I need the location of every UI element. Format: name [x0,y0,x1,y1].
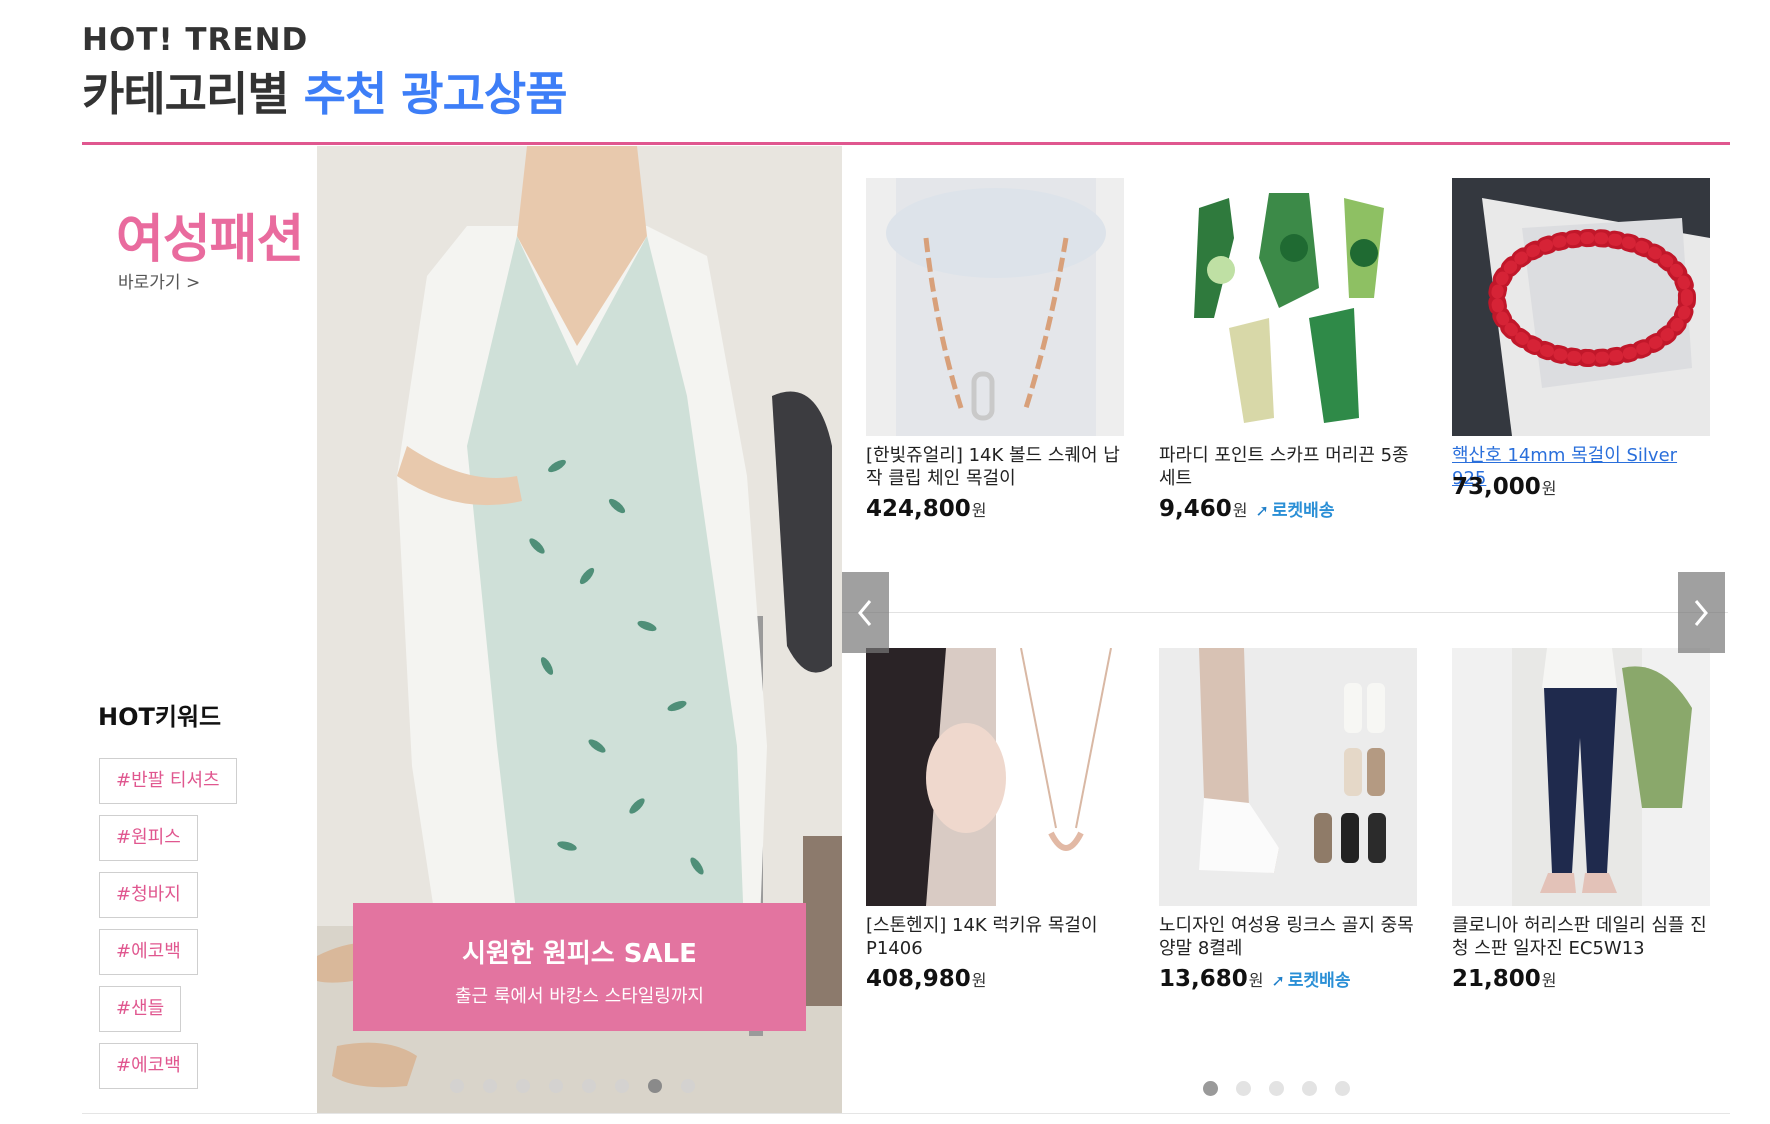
rocket-delivery-label: 로켓배송 [1287,971,1351,991]
banner-dot-active[interactable] [648,1079,662,1093]
product-price: 9,460원 ➚ 로켓배송 [1159,496,1334,522]
price-currency: 원 [1541,479,1557,498]
category-shortcut-link[interactable]: 바로가기 > [118,268,200,293]
price-currency: 원 [971,971,987,990]
section-title-plain: 카테고리별 [82,67,290,121]
price-amount: 73,000 [1452,474,1541,500]
section-subtitle: HOT! TREND [82,22,309,58]
banner-subtitle: 출근 룩에서 바캉스 스타일링까지 [454,986,704,1007]
product-name[interactable]: [한빛쥬얼리] 14K 볼드 스퀘어 납작 클립 체인 목걸이 [866,444,1128,490]
product-image[interactable] [866,648,1124,906]
product-image[interactable] [1159,178,1417,436]
carousel-prev-button[interactable] [842,572,889,653]
banner-dot[interactable] [615,1079,629,1093]
product-price: 424,800원 [866,496,987,522]
horseshoe-pendant-necklace-image [866,648,1124,906]
rocket-icon: ➚ [1255,501,1269,520]
rocket-delivery-badge: ➚ 로켓배송 [1256,501,1335,521]
price-currency: 원 [1232,501,1248,520]
keyword-tag[interactable]: #반팔 티셔츠 [99,758,237,804]
price-amount: 21,800 [1452,966,1541,992]
product-price: 21,800원 [1452,966,1557,992]
products-dot[interactable] [1335,1081,1350,1096]
keyword-tag[interactable]: #샌들 [99,986,182,1032]
banner-caption[interactable]: 시원한 원피스 SALE 출근 룩에서 바캉스 스타일링까지 [353,903,806,1031]
banner-dot[interactable] [549,1079,563,1093]
bottom-divider [82,1113,1730,1114]
banner-dot[interactable] [681,1079,695,1093]
price-currency: 원 [1248,971,1264,990]
chevron-left-icon [858,600,872,626]
banner-dot[interactable] [450,1079,464,1093]
price-amount: 9,460 [1159,496,1232,522]
promo-banner[interactable]: 시원한 원피스 SALE 출근 룩에서 바캉스 스타일링까지 [317,146,842,1113]
product-price: 73,000원 [1452,474,1557,500]
price-amount: 13,680 [1159,966,1248,992]
product-name[interactable]: 파라디 포인트 스카프 머리끈 5종 세트 [1159,444,1421,490]
keyword-tag[interactable]: #원피스 [99,815,198,861]
rocket-delivery-label: 로켓배송 [1271,501,1335,521]
banner-dot[interactable] [516,1079,530,1093]
product-image[interactable] [1452,648,1710,906]
product-image[interactable] [866,178,1124,436]
price-amount: 408,980 [866,966,971,992]
price-currency: 원 [971,501,987,520]
products-dot-active[interactable] [1203,1081,1218,1096]
products-row-divider [842,612,1728,613]
product-image[interactable] [1159,648,1417,906]
banner-title: 시원한 원피스 SALE [462,939,697,969]
rocket-delivery-badge: ➚ 로켓배송 [1272,971,1351,991]
rocket-icon: ➚ [1271,971,1285,990]
dark-denim-jeans-image [1452,648,1710,906]
product-image[interactable] [1452,178,1710,436]
gold-chain-necklace-image [866,178,1124,436]
products-dot[interactable] [1236,1081,1251,1096]
price-currency: 원 [1541,971,1557,990]
red-coral-necklace-image [1452,178,1710,436]
carousel-next-button[interactable] [1678,572,1725,653]
hot-keyword-title: HOT키워드 [98,703,222,731]
product-name[interactable]: 클로니아 허리스판 데일리 심플 진청 스판 일자진 EC5W13 [1452,914,1714,960]
keyword-tag[interactable]: #에코백 [99,929,198,975]
product-name[interactable]: [스톤헨지] 14K 럭키유 목걸이 P1406 [866,914,1128,960]
chevron-right-icon [1694,600,1708,626]
green-scarf-set-image [1159,178,1417,436]
product-price: 408,980원 [866,966,987,992]
products-dot[interactable] [1302,1081,1317,1096]
category-title[interactable]: 여성패션 [116,197,304,272]
keyword-tag[interactable]: #에코백 [99,1043,198,1089]
banner-pagination [317,1079,842,1095]
section-title: 카테고리별 추천 광고상품 [82,58,568,124]
product-name[interactable]: 노디자인 여성용 링크스 골지 중목 양말 8켤레 [1159,914,1421,960]
keyword-tag[interactable]: #청바지 [99,872,198,918]
header-divider [82,142,1730,145]
product-price: 13,680원 ➚ 로켓배송 [1159,966,1350,992]
ribbed-socks-image [1159,648,1417,906]
price-amount: 424,800 [866,496,971,522]
products-dot[interactable] [1269,1081,1284,1096]
section-title-accent: 추천 광고상품 [303,67,568,121]
banner-dot[interactable] [483,1079,497,1093]
banner-dot[interactable] [582,1079,596,1093]
